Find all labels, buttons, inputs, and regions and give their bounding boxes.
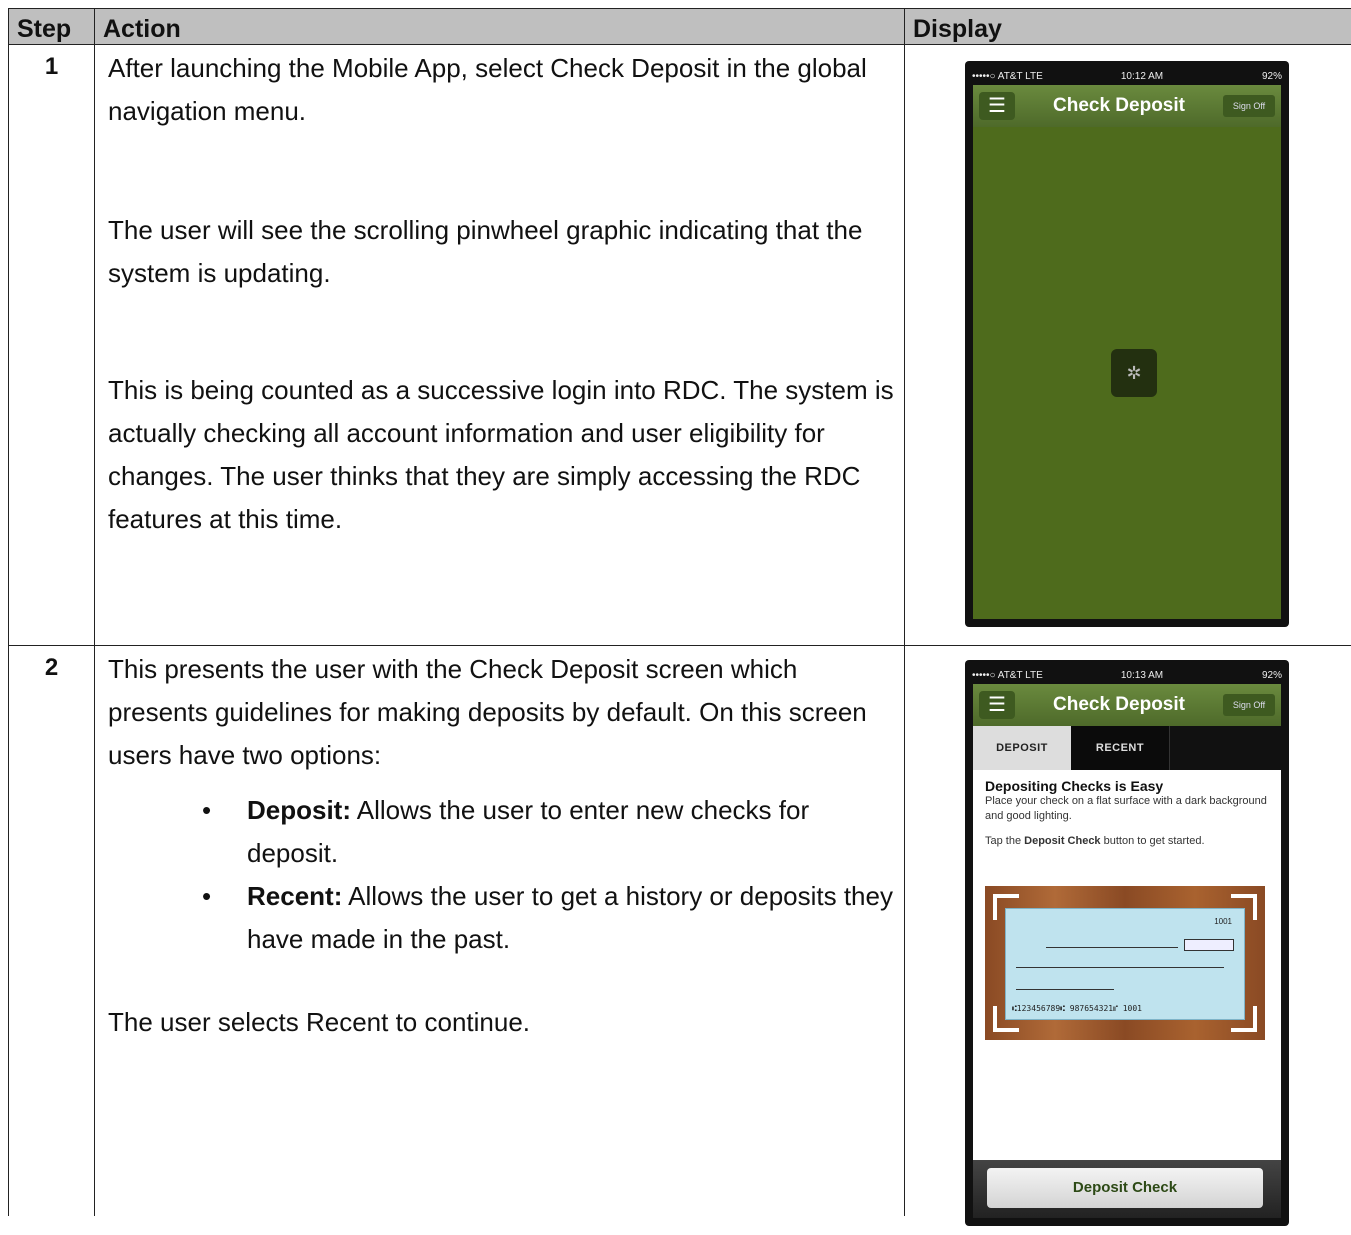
menu-icon[interactable]: ☰ <box>979 92 1015 120</box>
options-list: • Deposit: Allows the user to enter new c… <box>108 789 894 961</box>
guidelines-text: Place your check on a flat surface with … <box>985 795 1267 822</box>
sign-off-button[interactable]: Sign Off <box>1223 95 1275 117</box>
tab-recent[interactable]: RECENT <box>1071 726 1170 770</box>
sign-off-button[interactable]: Sign Off <box>1223 694 1275 716</box>
loading-screen: ✲ <box>973 127 1281 619</box>
step-cell: 2 <box>8 645 95 1216</box>
display-cell: •••••○ AT&T LTE 10:12 AM 92% ☰ Check Dep… <box>904 44 1351 646</box>
phone-screenshot-deposit: •••••○ AT&T LTE 10:13 AM 92% ☰ Check Dep… <box>965 660 1289 1226</box>
header-action: Action <box>94 8 905 45</box>
spinner-icon: ✲ <box>1111 349 1157 397</box>
action-paragraph: The user selects Recent to continue. <box>108 1007 531 1037</box>
time-label: 10:12 AM <box>1120 70 1164 82</box>
action-paragraph: After launching the Mobile App, select C… <box>108 53 867 126</box>
option-text: Allows the user to get a history or depo… <box>247 881 893 954</box>
deposit-guidelines: Depositing Checks is Easy Place your che… <box>973 770 1281 1160</box>
action-paragraph: The user will see the scrolling pinwheel… <box>108 215 863 288</box>
action-cell: After launching the Mobile App, select C… <box>94 44 905 646</box>
nav-bar: ☰ Check Deposit Sign Off <box>973 85 1281 127</box>
status-bar: •••••○ AT&T LTE 10:12 AM 92% <box>972 67 1282 85</box>
check-illustration: 1001 ⑆123456789⑆ 987654321⑈ 1001 <box>985 886 1265 1040</box>
guidelines-title: Depositing Checks is Easy <box>985 778 1164 794</box>
nav-title: Check Deposit <box>1053 694 1185 715</box>
step-cell: 1 <box>8 44 95 646</box>
header-display: Display <box>904 8 1351 45</box>
deposit-check-button[interactable]: Deposit Check <box>987 1168 1263 1208</box>
menu-icon[interactable]: ☰ <box>979 691 1015 719</box>
guidelines-tip: Tap the Deposit Check button to get star… <box>985 835 1205 847</box>
check-image: 1001 ⑆123456789⑆ 987654321⑈ 1001 <box>1005 908 1245 1020</box>
status-bar: •••••○ AT&T LTE 10:13 AM 92% <box>972 666 1282 684</box>
battery-label: 92% <box>1261 70 1282 82</box>
option-term: Recent: <box>247 881 343 911</box>
nav-bar: ☰ Check Deposit Sign Off <box>973 684 1281 726</box>
check-number: 1001 <box>1214 917 1232 926</box>
display-cell: •••••○ AT&T LTE 10:13 AM 92% ☰ Check Dep… <box>904 645 1351 1226</box>
list-item: • Deposit: Allows the user to enter new c… <box>202 795 810 868</box>
battery-label: 92% <box>1261 669 1282 681</box>
time-label: 10:13 AM <box>1120 669 1164 681</box>
check-micr: ⑆123456789⑆ 987654321⑈ 1001 <box>1012 1004 1142 1013</box>
tab-bar: DEPOSIT RECENT <box>973 726 1281 770</box>
list-item: • Recent: Allows the user to get a histor… <box>202 881 893 954</box>
table-row: 1 After launching the Mobile App, select… <box>8 44 1351 646</box>
action-paragraph: This presents the user with the Check De… <box>108 654 867 770</box>
header-step: Step <box>8 8 95 45</box>
option-term: Deposit: <box>247 795 351 825</box>
action-paragraph: This is being counted as a successive lo… <box>108 375 894 534</box>
nav-title: Check Deposit <box>1053 95 1185 116</box>
carrier-label: •••••○ AT&T LTE <box>972 70 1043 82</box>
bottom-bar: Deposit Check <box>973 1160 1281 1218</box>
step-number: 1 <box>44 53 59 80</box>
table-row: 2 This presents the user with the Check … <box>8 645 1351 1226</box>
action-cell: This presents the user with the Check De… <box>94 645 905 1216</box>
tab-deposit[interactable]: DEPOSIT <box>973 726 1071 770</box>
phone-screenshot-loading: •••••○ AT&T LTE 10:12 AM 92% ☰ Check Dep… <box>965 61 1289 627</box>
carrier-label: •••••○ AT&T LTE <box>972 669 1043 681</box>
step-number: 2 <box>44 654 59 681</box>
procedure-table: Step Action Display 1 After launching th… <box>8 8 1351 1226</box>
